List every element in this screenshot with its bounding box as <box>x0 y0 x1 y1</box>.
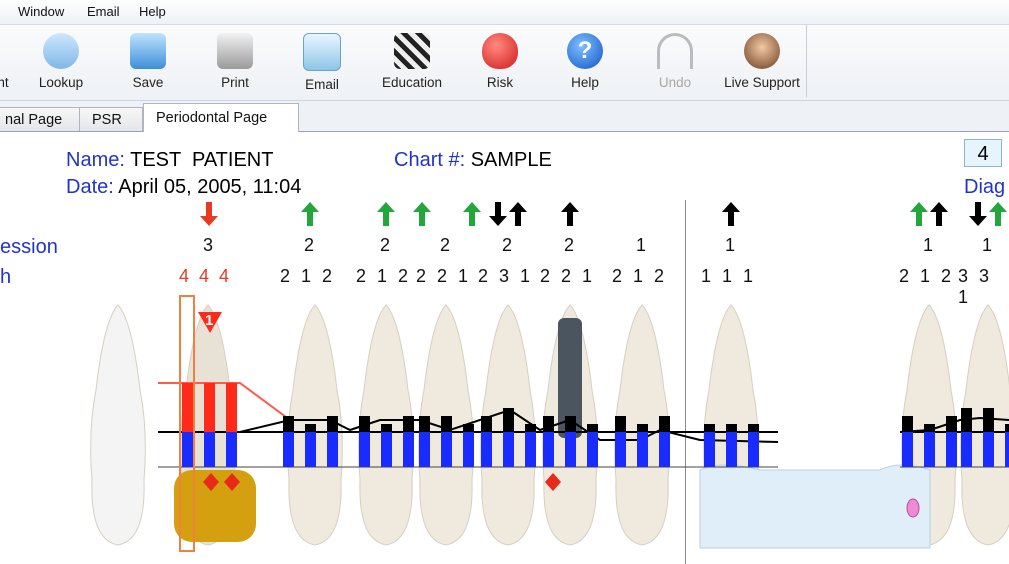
suppuration-icon <box>906 498 920 518</box>
recession-bar <box>327 432 338 467</box>
recession-bar <box>615 432 626 467</box>
recession-bar <box>283 432 294 467</box>
pocket-depth-bar <box>543 416 554 432</box>
tab-periodontal-page[interactable]: Periodontal Page <box>143 103 299 132</box>
pocket-depth-bar <box>637 424 648 432</box>
recession-bar <box>182 432 193 467</box>
recession-bar <box>305 432 316 467</box>
pocket-depth-bar <box>1005 424 1009 432</box>
arrow-up-icon <box>989 202 1007 226</box>
pocket-depth-bar <box>327 416 338 432</box>
recession-value[interactable]: 2 <box>440 235 450 256</box>
pocket-depth-bar <box>226 383 237 432</box>
pocket-depth-bar <box>587 424 598 432</box>
pocket-depth-bar <box>946 416 957 432</box>
pocket-depth-bar <box>283 416 294 432</box>
recession-bar <box>726 432 737 467</box>
pocket-depth-values[interactable]: 444 <box>179 266 239 287</box>
recession-bar <box>924 432 935 467</box>
arrow-down-icon <box>969 202 987 226</box>
pocket-depth-bar <box>419 416 430 432</box>
arrow-up-icon <box>561 202 579 226</box>
recession-bar <box>946 432 957 467</box>
recession-bar <box>587 432 598 467</box>
pocket-depth-bar <box>726 424 737 432</box>
arrow-up-icon <box>722 202 740 226</box>
pocket-depth-bar <box>503 408 514 432</box>
recession-bar <box>525 432 536 467</box>
recession-bar <box>441 432 452 467</box>
pocket-depth-bar <box>403 416 414 432</box>
arrow-up-icon <box>301 202 319 226</box>
pocket-depth-values[interactable]: 1 1 1 <box>701 266 756 287</box>
recession-value[interactable]: 2 <box>502 235 512 256</box>
pocket-depth-values[interactable]: 2 1 2 <box>612 266 667 287</box>
recession-value[interactable]: 1 <box>923 235 933 256</box>
recession-bar <box>463 432 474 467</box>
recession-bar <box>748 432 759 467</box>
recession-value[interactable]: 2 <box>304 235 314 256</box>
recession-bar <box>983 432 994 467</box>
recession-value[interactable]: 2 <box>380 235 390 256</box>
recession-bar <box>226 432 237 467</box>
recession-bar <box>204 432 215 467</box>
pocket-depth-bar <box>305 424 316 432</box>
arrow-down-icon <box>489 202 507 226</box>
recession-bar <box>902 432 913 467</box>
recession-value[interactable]: 3 <box>203 235 213 256</box>
pocket-depth-bar <box>924 424 935 432</box>
recession-value[interactable]: 1 <box>636 235 646 256</box>
pocket-depth-bar <box>481 416 492 432</box>
pocket-depth-values[interactable]: 2 2 1 <box>540 266 595 287</box>
recession-bar <box>565 432 576 467</box>
pocket-depth-bar <box>359 416 370 432</box>
pocket-depth-values[interactable]: 2 1 2 <box>356 266 411 287</box>
recession-bar <box>543 432 554 467</box>
pocket-depth-bar <box>381 424 392 432</box>
recession-bar <box>381 432 392 467</box>
pocket-depth-values[interactable]: 2 1 2 <box>899 266 954 287</box>
pocket-depth-bar <box>659 416 670 432</box>
tooth-icon <box>90 304 146 546</box>
pocket-depth-bar <box>204 383 215 432</box>
recession-bar <box>503 432 514 467</box>
recession-bar <box>359 432 370 467</box>
recession-value[interactable]: 1 <box>725 235 735 256</box>
recession-bar <box>403 432 414 467</box>
pocket-depth-bar <box>565 416 576 432</box>
arrow-up-icon <box>463 202 481 226</box>
pocket-depth-values[interactable]: 3 3 1 <box>958 266 1009 308</box>
pocket-depth-values[interactable]: 2 1 2 <box>280 266 335 287</box>
arrow-up-icon <box>509 202 527 226</box>
pocket-depth-bar <box>615 416 626 432</box>
recession-bar <box>1005 432 1009 467</box>
arrow-up-icon <box>910 202 928 226</box>
arrow-up-icon <box>413 202 431 226</box>
pocket-depth-bar <box>961 408 972 432</box>
flag-number: 1 <box>205 312 214 329</box>
recession-value[interactable]: 1 <box>982 235 992 256</box>
pocket-depth-bar <box>525 424 536 432</box>
recession-bar <box>659 432 670 467</box>
recession-bar <box>481 432 492 467</box>
pocket-depth-bar <box>182 383 193 432</box>
pocket-depth-bar <box>463 424 474 432</box>
arrow-up-icon <box>930 202 948 226</box>
arrow-down-icon <box>200 202 218 226</box>
pocket-depth-bar <box>748 424 759 432</box>
pocket-depth-values[interactable]: 2 3 1 <box>478 266 533 287</box>
recession-value[interactable]: 2 <box>564 235 574 256</box>
pocket-depth-bar <box>704 424 715 432</box>
recession-bar <box>637 432 648 467</box>
recession-bar <box>961 432 972 467</box>
pocket-depth-bar <box>983 408 994 432</box>
pocket-depth-values[interactable]: 2 2 1 <box>416 266 471 287</box>
pocket-depth-bar <box>441 416 452 432</box>
recession-bar <box>419 432 430 467</box>
recession-bar <box>704 432 715 467</box>
pocket-depth-bar <box>902 416 913 432</box>
bridge-icon <box>699 464 931 549</box>
arrow-up-icon <box>377 202 395 226</box>
